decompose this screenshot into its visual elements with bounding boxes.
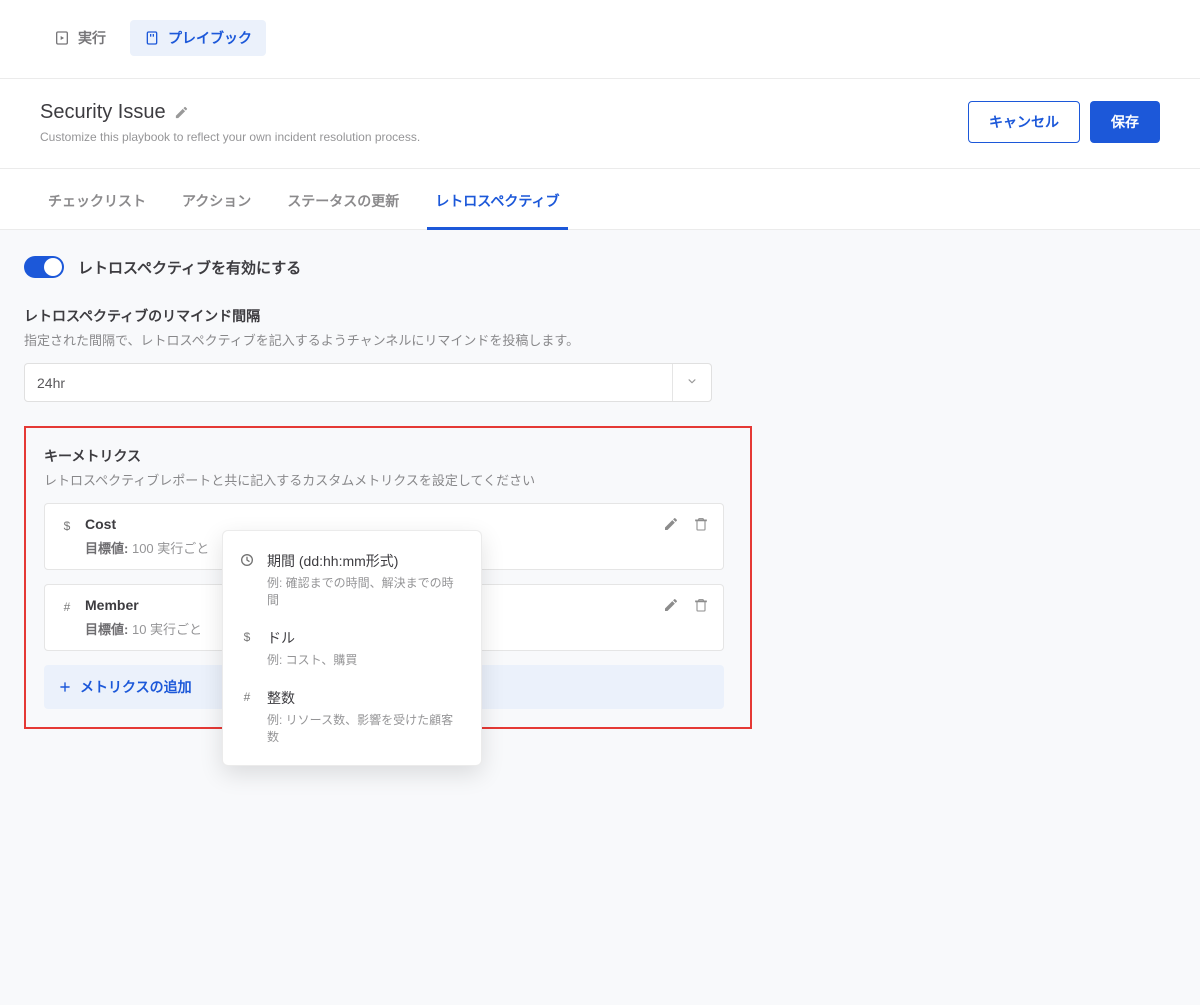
- tab-status[interactable]: ステータスの更新: [279, 169, 407, 230]
- remind-interval-select[interactable]: 24hr: [24, 363, 712, 402]
- tab-actions[interactable]: アクション: [174, 169, 259, 230]
- delete-metric-icon[interactable]: [693, 597, 709, 613]
- popover-label: ドル: [267, 628, 357, 648]
- popover-sub: 例: コスト、購買: [267, 651, 357, 668]
- edit-metric-icon[interactable]: [663, 597, 679, 613]
- enable-retro-label: レトロスペクティブを有効にする: [78, 257, 301, 278]
- plus-icon: [58, 680, 72, 694]
- header: Security Issue Customize this playbook t…: [0, 79, 1200, 169]
- metric-type-duration[interactable]: 期間 (dd:hh:mm形式) 例: 確認までの時間、解決までの時間: [223, 541, 481, 618]
- add-metric-label: メトリクスの追加: [80, 677, 192, 697]
- edit-metric-icon[interactable]: [663, 516, 679, 532]
- remind-desc: 指定された間隔で、レトロスペクティブを記入するようチャンネルにリマインドを投稿し…: [24, 330, 1176, 349]
- enable-retro-row: レトロスペクティブを有効にする: [24, 256, 1176, 278]
- page-title: Security Issue: [40, 101, 166, 124]
- topnav-run-label: 実行: [78, 28, 106, 48]
- remind-section: レトロスペクティブのリマインド間隔 指定された間隔で、レトロスペクティブを記入す…: [24, 306, 1176, 402]
- metric-target: 目標値: 10 実行ごと: [85, 619, 202, 638]
- topnav-run[interactable]: 実行: [40, 20, 120, 56]
- dollar-icon: [239, 629, 255, 668]
- page-subtitle: Customize this playbook to reflect your …: [40, 130, 420, 144]
- remind-title: レトロスペクティブのリマインド間隔: [24, 306, 1176, 326]
- popover-sub: 例: 確認までの時間、解決までの時間: [267, 574, 465, 608]
- playbook-icon: [144, 30, 160, 46]
- top-nav: 実行 プレイブック: [0, 0, 1200, 79]
- metric-type-dollar[interactable]: ドル 例: コスト、購買: [223, 618, 481, 678]
- popover-label: 期間 (dd:hh:mm形式): [267, 551, 465, 571]
- remind-interval-value: 24hr: [25, 365, 77, 401]
- sub-tabs: チェックリスト アクション ステータスの更新 レトロスペクティブ: [0, 169, 1200, 230]
- metric-name: Member: [85, 597, 202, 613]
- topnav-playbook-label: プレイブック: [168, 28, 252, 48]
- delete-metric-icon[interactable]: [693, 516, 709, 532]
- cancel-button[interactable]: キャンセル: [968, 101, 1080, 143]
- tab-retrospective[interactable]: レトロスペクティブ: [427, 169, 567, 230]
- metrics-title: キーメトリクス: [44, 446, 732, 466]
- edit-title-icon[interactable]: [174, 105, 189, 120]
- metric-target: 目標値: 100 実行ごと: [85, 538, 209, 557]
- content: レトロスペクティブを有効にする レトロスペクティブのリマインド間隔 指定された間…: [0, 230, 1200, 1005]
- popover-label: 整数: [267, 688, 465, 708]
- chevron-down-icon: [672, 364, 711, 401]
- save-button[interactable]: 保存: [1090, 101, 1160, 143]
- metric-name: Cost: [85, 516, 209, 532]
- dollar-icon: [59, 518, 75, 537]
- run-icon: [54, 30, 70, 46]
- clock-icon: [239, 552, 255, 608]
- popover-sub: 例: リソース数、影響を受けた顧客数: [267, 711, 465, 745]
- metric-type-popover: 期間 (dd:hh:mm形式) 例: 確認までの時間、解決までの時間 ドル 例:…: [222, 530, 482, 766]
- hash-icon: [59, 599, 75, 618]
- tab-checklist[interactable]: チェックリスト: [40, 169, 154, 230]
- metrics-desc: レトロスペクティブレポートと共に記入するカスタムメトリクスを設定してください: [44, 470, 732, 489]
- metric-type-integer[interactable]: 整数 例: リソース数、影響を受けた顧客数: [223, 678, 481, 755]
- key-metrics-section: キーメトリクス レトロスペクティブレポートと共に記入するカスタムメトリクスを設定…: [24, 426, 752, 729]
- enable-retro-toggle[interactable]: [24, 256, 64, 278]
- hash-icon: [239, 689, 255, 745]
- topnav-playbook[interactable]: プレイブック: [130, 20, 266, 56]
